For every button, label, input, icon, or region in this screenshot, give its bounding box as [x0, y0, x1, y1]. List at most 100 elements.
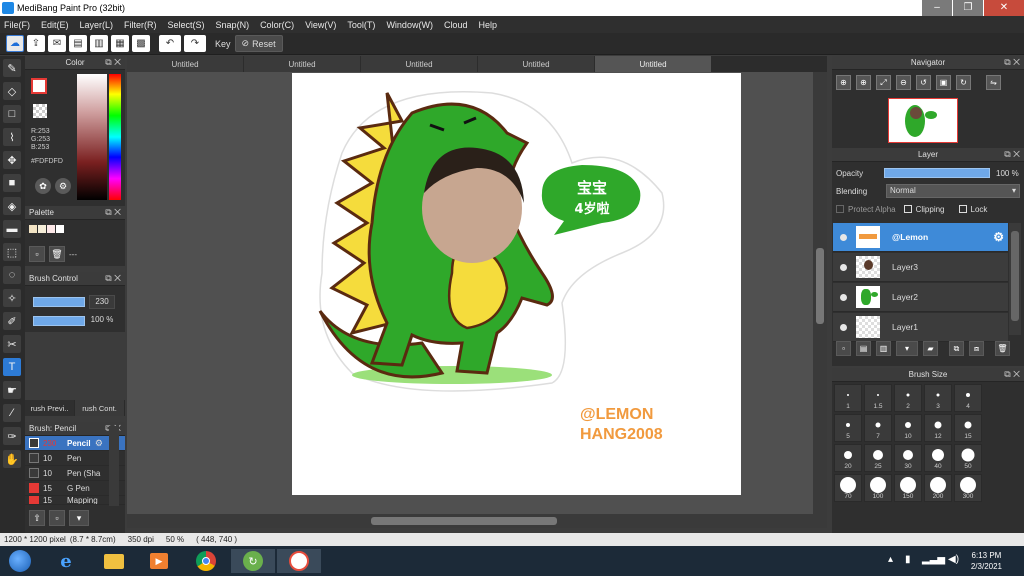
gradient-tool-icon[interactable]: ▬ [3, 220, 21, 238]
tab-brush-control[interactable]: rush Cont. [75, 400, 125, 416]
brush-size-cell[interactable]: 40 [924, 444, 952, 472]
zoom-in-alt-icon[interactable]: ⊕ [856, 75, 871, 90]
brush-size-cell[interactable]: 4 [954, 384, 982, 412]
palette-swatch[interactable] [38, 225, 46, 233]
brush-size-cell[interactable]: 1.5 [864, 384, 892, 412]
gear-icon[interactable]: ⚙ [993, 230, 1004, 244]
foreground-color-swatch[interactable] [31, 78, 47, 94]
panel-float-close-icon[interactable]: ⧉ ✕ [105, 207, 121, 218]
menu-view[interactable]: View(V) [305, 20, 336, 30]
tab-untitled-3[interactable]: Untitled [361, 56, 477, 72]
tab-untitled-1[interactable]: Untitled [127, 56, 243, 72]
select-pen-tool-icon[interactable]: ✐ [3, 312, 21, 330]
brush-size-cell[interactable]: 2 [894, 384, 922, 412]
color-wheel-icon[interactable]: ✿ [35, 178, 51, 194]
fit-icon[interactable]: ⤢ [876, 75, 891, 90]
reset-button[interactable]: ⊘ Reset [234, 35, 283, 52]
text-tool-icon[interactable]: T [3, 358, 21, 376]
brush-size-cell[interactable]: 150 [894, 474, 922, 502]
rectangle-tool-icon[interactable]: □ [3, 105, 21, 123]
restore-button[interactable]: ❐ [953, 0, 983, 16]
saturation-gradient[interactable] [77, 74, 107, 200]
tab-untitled-5[interactable]: Untitled [595, 56, 711, 72]
close-button[interactable]: ✕ [984, 0, 1024, 16]
brush-opacity-slider[interactable] [33, 316, 85, 326]
layer-scroll-thumb[interactable] [1011, 231, 1019, 321]
menu-select[interactable]: Select(S) [168, 20, 205, 30]
brush-size-cell[interactable]: 200 [924, 474, 952, 502]
new-8bit-layer-icon[interactable]: ▥ [876, 341, 891, 356]
brush-size-slider[interactable] [33, 297, 85, 307]
blending-select[interactable]: Normal ▾ [886, 184, 1020, 198]
visibility-eye-icon[interactable] [840, 233, 847, 241]
menu-window[interactable]: Window(W) [386, 20, 433, 30]
dropper-tool-icon[interactable]: ⁄ [3, 404, 21, 422]
lock-checkbox[interactable] [958, 205, 967, 213]
chrome-icon[interactable] [184, 549, 228, 573]
grid-icon[interactable]: ▦ [111, 35, 129, 52]
horizontal-scroll-thumb[interactable] [371, 517, 557, 525]
vertical-scrollbar[interactable] [813, 72, 827, 514]
brush-size-cell[interactable]: 5 [834, 414, 862, 442]
new-palette-icon[interactable]: ▫ [29, 246, 45, 262]
redo-icon[interactable]: ↷ [184, 35, 206, 52]
clock[interactable]: 6:13 PM 2/3/2021 [971, 550, 1002, 572]
layer-opacity-slider[interactable] [884, 168, 990, 178]
battery-icon[interactable]: ▮ [905, 554, 911, 565]
brush-size-value[interactable]: 230 [89, 295, 115, 309]
file-explorer-icon[interactable] [92, 549, 136, 573]
medibang-taskbar-icon[interactable] [277, 549, 321, 573]
brush-size-cell[interactable]: 70 [834, 474, 862, 502]
cloud-icon[interactable]: ☁ [6, 35, 24, 52]
operation-tool-icon[interactable]: ☛ [3, 381, 21, 399]
brush-list-scrollbar[interactable] [109, 426, 119, 506]
add-brush-icon[interactable]: ⇧ [29, 510, 45, 526]
eraser-tool-icon[interactable]: ◇ [3, 82, 21, 100]
clipping-checkbox[interactable] [903, 205, 912, 213]
brush-menu-icon[interactable]: ▾ [69, 510, 89, 526]
tray-expand-icon[interactable]: ▴ [888, 554, 893, 565]
menu-help[interactable]: Help [478, 20, 497, 30]
brush-size-cell[interactable]: 10 [894, 414, 922, 442]
green-app-icon[interactable]: ↻ [231, 549, 275, 573]
brush-size-cell[interactable]: 50 [954, 444, 982, 472]
brush-size-cell[interactable]: 20 [834, 444, 862, 472]
visibility-eye-icon[interactable] [840, 323, 847, 331]
brush-size-cell[interactable]: 15 [954, 414, 982, 442]
delete-layer-icon[interactable]: 🗑 [995, 341, 1010, 356]
brush-tool-icon[interactable]: ✎ [3, 59, 21, 77]
menu-filter[interactable]: Filter(R) [124, 20, 157, 30]
duplicate-layer-icon[interactable]: ⧉ [949, 341, 964, 356]
new-layer-icon[interactable]: ▫ [836, 341, 851, 356]
internet-explorer-icon[interactable]: e [44, 549, 88, 573]
panel-float-close-icon[interactable]: ⧉ ✕ [1004, 57, 1020, 68]
trash-icon[interactable]: 🗑 [49, 246, 65, 262]
protect-alpha-checkbox[interactable] [836, 205, 844, 213]
panel-float-close-icon[interactable]: ⧉ ✕ [1004, 149, 1020, 160]
menu-edit[interactable]: Edit(E) [41, 20, 69, 30]
tab-brush-preview[interactable]: rush Previ.. [25, 400, 75, 416]
select-tool-icon[interactable]: ⬚ [3, 243, 21, 261]
layer-row-layer1[interactable]: Layer1 [833, 313, 1008, 342]
note-icon[interactable]: ▤ [69, 35, 87, 52]
palette-swatch[interactable] [47, 225, 55, 233]
magic-wand-tool-icon[interactable]: ✧ [3, 289, 21, 307]
palette-swatch[interactable] [56, 225, 64, 233]
tab-untitled-4[interactable]: Untitled [478, 56, 594, 72]
actual-size-icon[interactable]: ▣ [936, 75, 951, 90]
navigator-thumbnail[interactable] [888, 98, 958, 143]
select-eraser-tool-icon[interactable]: ✂ [3, 335, 21, 353]
brush-size-cell[interactable]: 12 [924, 414, 952, 442]
layer-list-scrollbar[interactable] [1009, 223, 1021, 335]
tab-untitled-2[interactable]: Untitled [244, 56, 360, 72]
menu-color[interactable]: Color(C) [260, 20, 294, 30]
brush-size-cell[interactable]: 3 [924, 384, 952, 412]
menu-layer[interactable]: Layer(L) [80, 20, 114, 30]
flip-icon[interactable]: ⇋ [986, 75, 1001, 90]
layer-row-layer3[interactable]: Layer3 [833, 253, 1008, 282]
undo-icon[interactable]: ↶ [159, 35, 181, 52]
hand-tool-icon[interactable]: ✋ [3, 450, 21, 468]
eyedropper-tool-icon[interactable]: ✑ [3, 427, 21, 445]
transparent-color-swatch[interactable] [33, 104, 47, 118]
visibility-eye-icon[interactable] [840, 293, 847, 301]
